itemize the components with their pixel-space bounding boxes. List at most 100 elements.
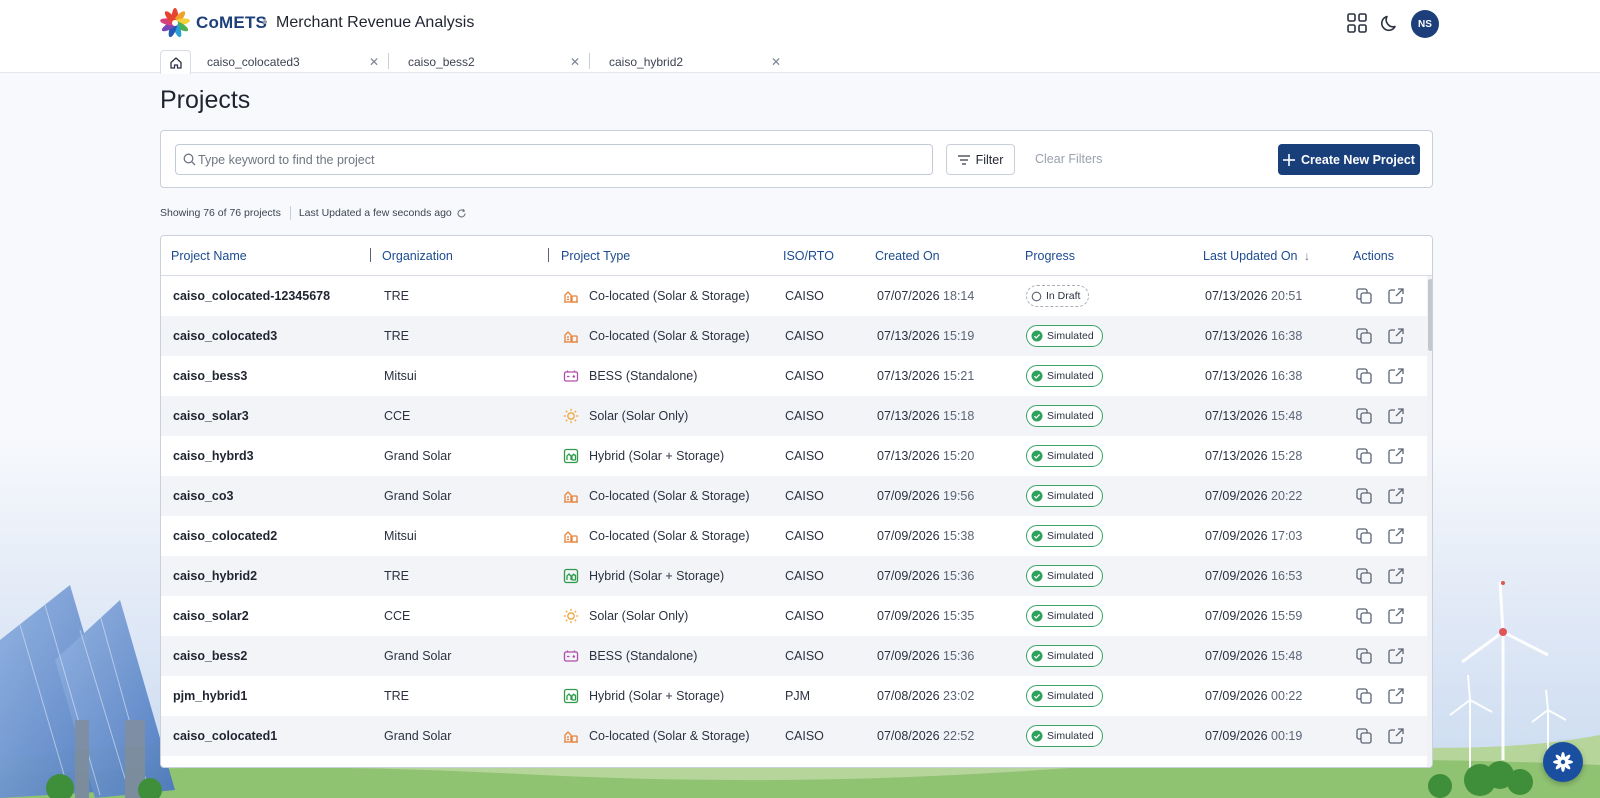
tab-caiso-colocated3[interactable]: caiso_colocated3 ✕ [195,50,389,72]
table-row[interactable]: caiso_solar3 CCE Solar (Solar Only) CAISO 07… [161,396,1427,436]
open-external-icon[interactable] [1387,487,1405,505]
close-icon[interactable]: ✕ [771,55,781,69]
created-on-cell: 07/07/2026 18:14 [877,289,974,303]
table-row[interactable]: caiso_bess3 Mitsui BESS (Standalone) CAISO 0… [161,356,1427,396]
column-header-progress[interactable]: Progress [1025,249,1075,263]
tab-caiso-bess2[interactable]: caiso_bess2 ✕ [396,50,590,72]
app-title: Merchant Revenue Analysis [276,14,475,31]
filter-button[interactable]: Filter [946,144,1015,175]
duplicate-icon[interactable] [1355,687,1373,705]
duplicate-icon[interactable] [1355,567,1373,585]
clear-filters-button[interactable]: Clear Filters [1035,152,1102,166]
duplicate-icon[interactable] [1355,527,1373,545]
open-external-icon[interactable] [1387,727,1405,745]
duplicate-icon[interactable] [1355,487,1373,505]
open-external-icon[interactable] [1387,407,1405,425]
table-row[interactable]: pjm_hybrid1 TRE Hybrid (Solar + Storage) PJ… [161,676,1427,716]
status-label: Simulated [1047,690,1094,702]
duplicate-icon[interactable] [1355,287,1373,305]
status-badge: Simulated [1026,565,1103,587]
open-external-icon[interactable] [1387,327,1405,345]
project-name-link[interactable]: caiso_solar2 [173,609,249,623]
table-row[interactable]: caiso_co3 Grand Solar Co-located (Solar & … [161,476,1427,516]
open-external-icon[interactable] [1387,607,1405,625]
project-name-link[interactable]: pjm_hybrid1 [173,689,247,703]
open-external-icon[interactable] [1387,687,1405,705]
status-badge: Simulated [1026,645,1103,667]
iso-rto-cell: CAISO [785,449,824,463]
project-name-link[interactable]: caiso_co3 [173,489,233,503]
updated-time: 20:22 [1271,489,1303,503]
scrollbar-thumb[interactable] [1428,279,1432,351]
help-assistant-button[interactable] [1543,742,1583,782]
table-row[interactable]: caiso_bess2 Grand Solar BESS (Standalone) C… [161,636,1427,676]
column-header-last-updated-on[interactable]: Last Updated On [1203,249,1298,263]
table-scrollbar[interactable] [1427,276,1432,767]
created-time: 15:19 [943,329,975,343]
created-on-cell: 07/13/2026 15:20 [877,449,974,463]
open-external-icon[interactable] [1387,447,1405,465]
updated-time: 17:03 [1271,529,1303,543]
project-name-link[interactable]: caiso_bess2 [173,649,247,663]
project-name-link[interactable]: caiso_colocated2 [173,529,277,543]
table-row[interactable]: caiso_colocated3 TRE Co-located (Solar & S… [161,316,1427,356]
duplicate-icon[interactable] [1355,647,1373,665]
tab-divider [388,53,389,69]
open-external-icon[interactable] [1387,647,1405,665]
project-type-cell: BESS (Standalone) [589,369,698,383]
refresh-icon[interactable] [456,208,467,219]
close-icon[interactable]: ✕ [570,55,580,69]
comets-logo-icon[interactable] [160,8,190,38]
table-row[interactable]: caiso_solar2 CCE Solar (Solar Only) CAISO 07… [161,596,1427,636]
duplicate-icon[interactable] [1355,327,1373,345]
duplicate-icon[interactable] [1355,407,1373,425]
table-row[interactable]: caiso_colocated1 Grand Solar Co-located (S… [161,716,1427,756]
colocated-icon [563,528,579,544]
last-updated-cell: 07/09/2026 17:03 [1205,529,1302,543]
page-title: Projects [160,86,251,114]
project-name-link[interactable]: caiso_colocated1 [173,729,277,743]
project-name-link[interactable]: caiso_solar3 [173,409,249,423]
duplicate-icon[interactable] [1355,447,1373,465]
open-external-icon[interactable] [1387,287,1405,305]
search-box[interactable] [175,144,933,175]
apps-grid-icon[interactable] [1346,12,1368,34]
assistant-icon [1553,752,1573,772]
duplicate-icon[interactable] [1355,607,1373,625]
updated-date: 07/13/2026 [1205,289,1268,303]
project-name-link[interactable]: caiso_colocated-12345678 [173,289,330,303]
open-external-icon[interactable] [1387,567,1405,585]
sort-descending-icon[interactable]: ↓ [1304,249,1310,263]
project-name-link[interactable]: caiso_hybrd3 [173,449,254,463]
created-time: 15:18 [943,409,975,423]
project-name-link[interactable]: caiso_hybrid2 [173,569,257,583]
column-header-project-type[interactable]: Project Type [561,249,630,263]
project-name-link[interactable]: caiso_colocated3 [173,329,277,343]
open-external-icon[interactable] [1387,527,1405,545]
home-tab[interactable] [160,50,191,74]
created-on-cell: 07/09/2026 19:56 [877,489,974,503]
table-row[interactable]: caiso_colocated2 Mitsui Co-located (Solar … [161,516,1427,556]
column-header-organization[interactable]: Organization [382,249,453,263]
duplicate-icon[interactable] [1355,727,1373,745]
close-icon[interactable]: ✕ [369,55,379,69]
create-new-project-button[interactable]: Create New Project [1278,144,1420,175]
column-resizer[interactable] [548,248,549,262]
column-header-project-name[interactable]: Project Name [171,249,247,263]
project-name-link[interactable]: caiso_bess3 [173,369,247,383]
project-type-cell: Hybrid (Solar + Storage) [589,449,725,463]
column-header-iso-rto[interactable]: ISO/RTO [783,249,834,263]
duplicate-icon[interactable] [1355,367,1373,385]
user-avatar[interactable]: NS [1411,10,1439,38]
column-header-created-on[interactable]: Created On [875,249,940,263]
created-time: 23:02 [943,689,975,703]
column-resizer[interactable] [370,248,371,262]
search-input[interactable] [198,145,928,174]
table-row[interactable]: caiso_colocated-12345678 TRE Co-located (S… [161,276,1427,316]
table-row[interactable]: caiso_hybrd3 Grand Solar Hybrid (Solar + S… [161,436,1427,476]
open-external-icon[interactable] [1387,367,1405,385]
tab-caiso-hybrid2[interactable]: caiso_hybrid2 ✕ [597,50,787,72]
table-row[interactable]: caiso_hybrid2 TRE Hybrid (Solar + Storage)… [161,556,1427,596]
moon-icon[interactable] [1379,12,1401,34]
iso-rto-cell: CAISO [785,529,824,543]
